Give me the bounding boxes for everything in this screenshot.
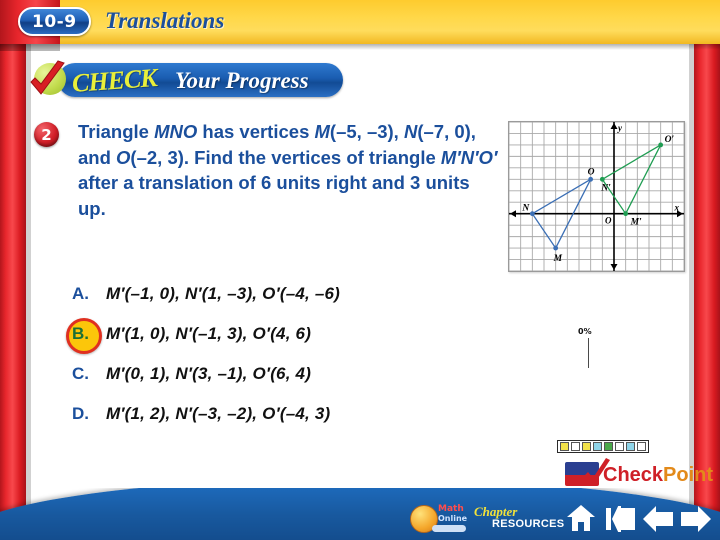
poll-percent-label: 0% [578,327,592,336]
math-online-pill [432,525,466,532]
question-text: Triangle MNO has vertices M(–5, –3), N(–… [78,119,498,221]
checkpoint-wordmark: CheckPoint [603,464,714,486]
lesson-number-badge: 10-9 [18,7,91,36]
check-mark-icon [28,60,72,100]
first-slide-icon[interactable] [606,506,636,532]
math-online-line2: Online [438,514,468,523]
choice-letter-d: D. [72,404,89,423]
slide-root: 10-9 Translations CHECK Your Progress 2 … [0,0,720,540]
choice-text-c: M′(0, 1), N′(3, –1), O′(6, 4) [106,364,312,383]
back-arrow-icon[interactable] [642,506,674,532]
svg-text:O: O [605,216,612,226]
legend-swatch [571,442,580,451]
poll-result-bar: 0% [578,327,628,377]
banner-your-progress: Your Progress [175,68,309,93]
legend-swatch [604,442,613,451]
header-shadow [0,44,720,50]
choice-text-b: M′(1, 0), N′(–1, 3), O′(4, 6) [106,324,312,343]
left-red-stripe [0,0,31,540]
question-line-4: translation of 6 units right and 3 [138,172,421,194]
legend-swatch [615,442,624,451]
svg-text:M′: M′ [630,218,642,228]
legend-swatch [560,442,569,451]
answer-choice-d[interactable]: D. M′(1, 2), N′(–3, –2), O′(–4, 3) [72,401,492,427]
slide-footer: Math Online Chapter RESOURCES [0,488,720,540]
choice-text-d: M′(1, 2), N′(–3, –2), O′(–4, 3) [106,404,331,423]
banner-check-word: CHECK [71,63,158,98]
choice-text-a: M′(–1, 0), N′(1, –3), O′(–4, –6) [106,284,341,303]
svg-text:O: O [588,167,595,177]
answer-choice-b[interactable]: B. M′(1, 0), N′(–1, 3), O′(4, 6) [66,318,492,354]
chapter-resources-button[interactable]: Chapter RESOURCES [474,505,564,530]
math-online-logo[interactable]: Math Online [410,503,472,533]
svg-text:y: y [617,123,623,133]
home-icon[interactable] [566,504,596,532]
answer-choice-a[interactable]: A. M′(–1, 0), N′(1, –3), O′(–4, –6) [72,281,492,307]
svg-text:N: N [521,204,530,214]
math-online-line1: Math [438,504,464,514]
choice-letter-b: B. [66,318,106,354]
svg-text:O′: O′ [665,135,675,145]
legend-swatch [582,442,591,451]
choice-letter-a: A. [72,284,89,303]
legend-swatch [626,442,635,451]
poll-bar-line [588,338,589,368]
next-arrow-icon[interactable] [680,506,712,532]
svg-text:M: M [553,254,563,264]
question-line-1: Triangle MNO has vertices M(–5, –3), [78,121,399,142]
resources-label: RESOURCES [492,518,565,530]
page-title: Translations [105,8,225,33]
coordinate-plane-figure: y x O M N O M′ N′ O′ [508,121,685,272]
legend-swatch [593,442,602,451]
question-number-badge: 2 [34,122,59,147]
choice-letter-c: C. [72,364,89,383]
answer-choice-c[interactable]: C. M′(0, 1), N′(3, –1), O′(6, 4) [72,361,492,387]
legend-swatch [637,442,646,451]
svg-text:N′: N′ [600,183,611,193]
svg-text:x: x [674,203,680,213]
response-legend-strip [557,440,649,453]
chapter-label: Chapter [474,504,518,519]
